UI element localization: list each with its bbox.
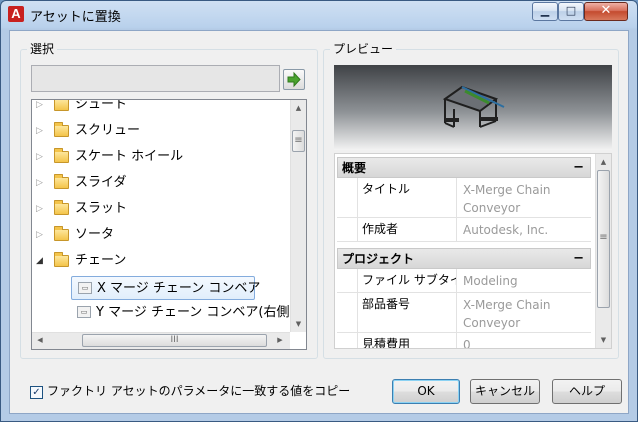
- scroll-thumb[interactable]: ≡: [597, 170, 610, 308]
- collapse-icon[interactable]: −: [573, 158, 584, 178]
- section-header-project[interactable]: プロジェクト −: [337, 248, 591, 269]
- tree-node-label: スケート ホイール: [75, 149, 184, 164]
- folder-icon: [54, 148, 69, 163]
- conveyor-asset-icon: ▭: [77, 306, 91, 318]
- search-go-button[interactable]: [283, 69, 305, 90]
- scroll-down-arrow-icon[interactable]: ▼: [291, 316, 306, 332]
- conveyor-asset-icon: ▭: [78, 282, 92, 294]
- asset-tree[interactable]: ▷ シュート ▷ スクリュー ▷ スケート ホイール ▷ スライダ ▷ スラット…: [31, 99, 307, 350]
- property-name: 作成者: [357, 218, 457, 241]
- collapse-icon[interactable]: −: [573, 249, 584, 269]
- tree-node-slat[interactable]: ▷ スラット: [32, 196, 294, 222]
- property-row-author: 作成者 Autodesk, Inc.: [337, 218, 591, 242]
- tree-node-label: チェーン: [75, 253, 127, 268]
- property-value: X-Merge Chain Conveyor: [463, 298, 551, 330]
- tree-node-label: スライダ: [75, 175, 127, 190]
- property-row-title: タイトル X-Merge Chain Conveyor: [337, 178, 591, 218]
- close-button[interactable]: ✕: [584, 2, 628, 21]
- section-title: プロジェクト: [342, 252, 415, 266]
- asset-properties-grid[interactable]: 概要 − タイトル X-Merge Chain Conveyor 作成者 Aut…: [334, 153, 612, 349]
- cancel-button[interactable]: キャンセル: [470, 379, 540, 404]
- tree-node-label: シュート: [75, 99, 128, 112]
- autocad-app-icon[interactable]: A: [8, 6, 24, 22]
- scroll-down-arrow-icon[interactable]: ▼: [596, 332, 611, 348]
- open-folder-icon: [54, 252, 69, 267]
- collapse-arrow-icon[interactable]: ◢: [36, 248, 46, 274]
- tree-node-slider[interactable]: ▷ スライダ: [32, 170, 294, 196]
- scroll-up-arrow-icon[interactable]: ▲: [291, 100, 306, 116]
- asset-preview-image: [334, 65, 612, 150]
- dialog-window: A アセットに置換 ▁ □ ✕ 選択 ▷ シュート ▷ スクリュー ▷ スケート…: [0, 0, 638, 422]
- property-name: ファイル サブタイプ: [357, 269, 457, 292]
- scroll-left-arrow-icon[interactable]: ◀: [32, 333, 48, 349]
- property-name: 見積費用: [357, 333, 457, 348]
- window-title: アセットに置換: [30, 10, 121, 25]
- tree-horizontal-scrollbar[interactable]: ◀ III ▶: [32, 332, 290, 349]
- asset-search-input[interactable]: [31, 65, 280, 92]
- tree-vertical-scrollbar[interactable]: ▲ ≡ ▼: [290, 100, 306, 332]
- tree-node-label: スクリュー: [75, 123, 141, 138]
- property-row-part-number: 部品番号 X-Merge Chain Conveyor: [337, 293, 591, 333]
- property-name: タイトル: [357, 178, 457, 217]
- tree-item-x-merge-chain-conveyor[interactable]: ▭ X マージ チェーン コンベア: [71, 276, 260, 300]
- expand-arrow-icon[interactable]: ▷: [36, 144, 46, 170]
- folder-icon: [54, 200, 69, 215]
- folder-icon: [54, 122, 69, 137]
- dialog-client-area: 選択 ▷ シュート ▷ スクリュー ▷ スケート ホイール ▷ スライダ ▷ ス…: [9, 30, 629, 414]
- property-name: 部品番号: [357, 293, 457, 332]
- tree-item-y-merge-chain-conveyor-right[interactable]: ▭ Y マージ チェーン コンベア(右側): [71, 301, 295, 325]
- section-title: 概要: [342, 161, 367, 175]
- preview-group-label: プレビュー: [330, 42, 397, 56]
- section-header-summary[interactable]: 概要 −: [337, 157, 591, 178]
- conveyor-preview-graphic: [442, 85, 505, 128]
- minimize-button[interactable]: ▁: [532, 2, 558, 21]
- scroll-up-arrow-icon[interactable]: ▲: [596, 154, 611, 170]
- folder-icon: [54, 226, 69, 241]
- expand-arrow-icon[interactable]: ▷: [36, 222, 46, 248]
- properties-vertical-scrollbar[interactable]: ▲ ≡ ▼: [595, 154, 611, 348]
- scroll-right-arrow-icon[interactable]: ▶: [272, 333, 288, 349]
- horizontal-scroll-thumb[interactable]: III: [82, 334, 267, 347]
- property-value: Modeling: [463, 274, 518, 288]
- expand-arrow-icon[interactable]: ▷: [36, 196, 46, 222]
- right-arrow-icon: [287, 71, 301, 88]
- property-value: X-Merge Chain Conveyor: [463, 183, 551, 215]
- help-button[interactable]: ヘルプ: [552, 379, 622, 404]
- scroll-thumb[interactable]: ≡: [292, 130, 305, 152]
- maximize-button[interactable]: □: [558, 2, 584, 21]
- tree-node-chute[interactable]: ▷ シュート: [32, 99, 294, 118]
- expand-arrow-icon[interactable]: ▷: [36, 170, 46, 196]
- selection-group-label: 選択: [27, 42, 58, 56]
- title-bar[interactable]: A アセットに置換 ▁ □ ✕: [1, 1, 637, 28]
- expand-arrow-icon[interactable]: ▷: [36, 118, 46, 144]
- folder-icon: [54, 174, 69, 189]
- property-value: Autodesk, Inc.: [463, 223, 549, 237]
- folder-icon: [54, 100, 69, 111]
- tree-node-label: スラット: [75, 201, 128, 216]
- property-row-file-subtype: ファイル サブタイプ Modeling: [337, 269, 591, 293]
- expand-arrow-icon[interactable]: ▷: [36, 100, 46, 118]
- tree-node-chain[interactable]: ◢ チェーン: [32, 248, 294, 274]
- tree-node-label: ソータ: [75, 227, 115, 242]
- copy-parameters-label[interactable]: ファクトリ アセットのパラメータに一致する値をコピー: [47, 382, 350, 400]
- tree-node-skate-wheel[interactable]: ▷ スケート ホイール: [32, 144, 294, 170]
- tree-node-screw[interactable]: ▷ スクリュー: [32, 118, 294, 144]
- tree-node-sorter[interactable]: ▷ ソータ: [32, 222, 294, 248]
- tree-item-label: X マージ チェーン コンベア: [97, 281, 261, 296]
- ok-button[interactable]: OK: [392, 379, 460, 404]
- tree-item-label: Y マージ チェーン コンベア(右側): [96, 305, 295, 320]
- property-row-estimated-cost: 見積費用 0: [337, 333, 591, 349]
- property-value: 0: [463, 338, 471, 349]
- copy-parameters-checkbox[interactable]: ✓: [30, 386, 43, 399]
